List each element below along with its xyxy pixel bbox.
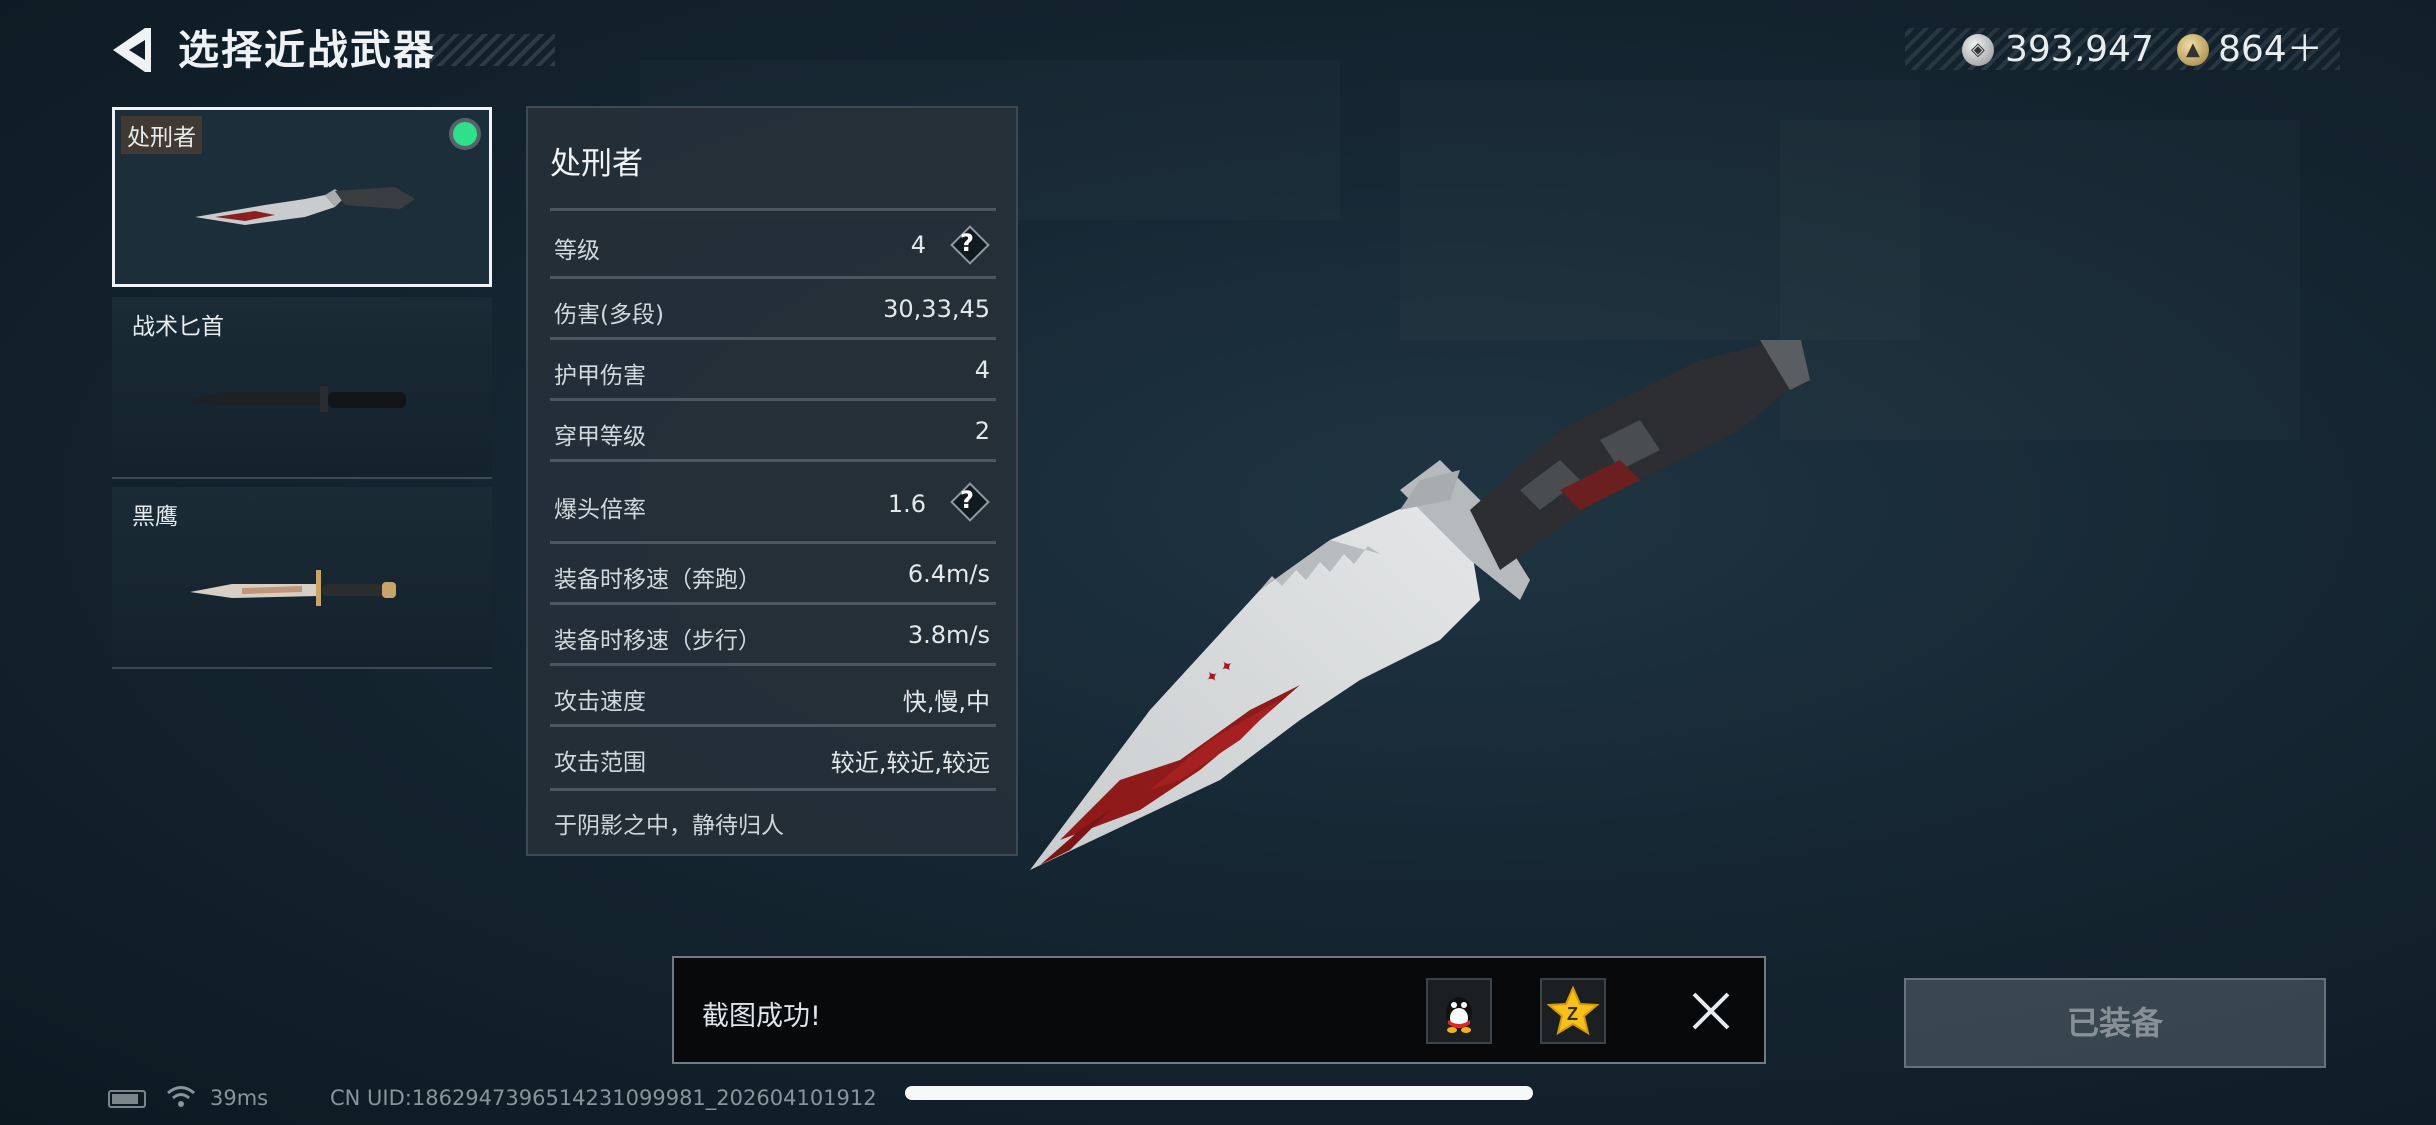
weapon-card-black-hawk[interactable]: 黑鹰 <box>112 487 492 669</box>
help-button[interactable]: ? <box>950 482 990 522</box>
stat-label: 护甲伤害 <box>554 363 646 389</box>
tactical-dagger-icon <box>190 386 406 412</box>
back-arrow-icon <box>113 28 151 72</box>
gold-currency-value[interactable]: 864＋ <box>2218 26 2323 74</box>
stat-value: 4 <box>974 356 990 384</box>
stat-row-walk-speed: 装备时移速（步行） 3.8m/s <box>550 602 996 660</box>
qzone-star-icon: Z <box>1546 985 1600 1036</box>
stat-label: 攻击速度 <box>554 689 646 715</box>
close-icon <box>1692 992 1730 1030</box>
gold-coin-icon: ▲ <box>2177 34 2209 66</box>
stat-label: 爆头倍率 <box>554 497 646 523</box>
stat-value: 3.8m/s <box>907 621 990 649</box>
silver-currency-value: 393,947 <box>2005 29 2154 70</box>
stat-label: 等级 <box>554 238 600 264</box>
black-hawk-knife-icon <box>190 570 396 606</box>
stat-value: 较近,较近,较远 <box>830 749 990 777</box>
page-title: 选择近战武器 <box>178 26 436 74</box>
weapon-flavor-text: 于阴影之中，静待归人 <box>554 813 784 839</box>
stat-row-run-speed: 装备时移速（奔跑） 6.4m/s <box>550 541 996 599</box>
wifi-icon <box>167 1086 195 1107</box>
help-button[interactable]: ? <box>950 225 990 265</box>
svg-text:Z: Z <box>1567 1004 1578 1024</box>
home-indicator[interactable] <box>905 1086 1533 1100</box>
stat-label: 伤害(多段) <box>554 302 664 328</box>
weapon-card-tactical-dagger[interactable]: 战术匕首 <box>112 297 492 479</box>
equipped-button[interactable]: 已装备 <box>1904 978 2326 1068</box>
close-button[interactable] <box>1686 986 1736 1036</box>
silver-coin-icon: ◈ <box>1962 34 1994 66</box>
toast-message: 截图成功! <box>702 1001 821 1032</box>
title-decoration <box>430 34 555 66</box>
network-ping: 39ms <box>210 1086 269 1110</box>
stat-value: 1.6 <box>887 490 926 518</box>
weapon-name: 处刑者 <box>550 146 643 182</box>
stat-label: 装备时移速（奔跑） <box>554 567 761 593</box>
stat-row-penetration: 穿甲等级 2 <box>550 398 996 456</box>
weapon-stats-panel: 处刑者 等级 4 ? 伤害(多段) 30,33,45 护甲伤害 4 穿甲等级 2… <box>526 106 1018 856</box>
stat-row-level: 等级 4 ? <box>550 208 996 276</box>
share-qzone-button[interactable]: Z <box>1540 978 1606 1044</box>
stat-row-armor-damage: 护甲伤害 4 <box>550 337 996 395</box>
stat-row-attack-speed: 攻击速度 快,慢,中 <box>550 663 996 721</box>
screenshot-toast: 截图成功! Z <box>672 956 1766 1064</box>
weapon-card-name: 战术匕首 <box>132 314 224 340</box>
stat-label: 穿甲等级 <box>554 424 646 450</box>
weapon-card-name: 黑鹰 <box>132 504 178 530</box>
weapon-card-name: 处刑者 <box>121 116 202 154</box>
selected-indicator <box>453 122 477 146</box>
stat-row-attack-range: 攻击范围 较近,较近,较远 <box>550 724 996 788</box>
stat-value: 4 <box>910 231 926 259</box>
stat-value: 6.4m/s <box>907 560 990 588</box>
back-button[interactable] <box>105 22 155 78</box>
stat-value: 30,33,45 <box>883 295 990 323</box>
stat-label: 装备时移速（步行） <box>554 628 761 654</box>
divider <box>550 788 996 791</box>
executioner-knife-render: ✦ ✦ <box>1030 340 1810 870</box>
stat-value: 快,慢,中 <box>902 688 990 716</box>
stat-row-damage: 伤害(多段) 30,33,45 <box>550 276 996 334</box>
user-uid: CN UID:1862947396514231099981_2026041019… <box>330 1086 877 1110</box>
stat-label: 攻击范围 <box>554 750 646 776</box>
weapon-card-executioner[interactable]: 处刑者 <box>112 107 492 287</box>
executioner-knife-icon <box>195 187 415 225</box>
battery-icon <box>108 1090 146 1108</box>
stat-row-headshot: 爆头倍率 1.6 ? <box>550 459 996 541</box>
qq-penguin-icon <box>1446 997 1472 1033</box>
share-qq-button[interactable] <box>1426 978 1492 1044</box>
stat-value: 2 <box>974 417 990 445</box>
